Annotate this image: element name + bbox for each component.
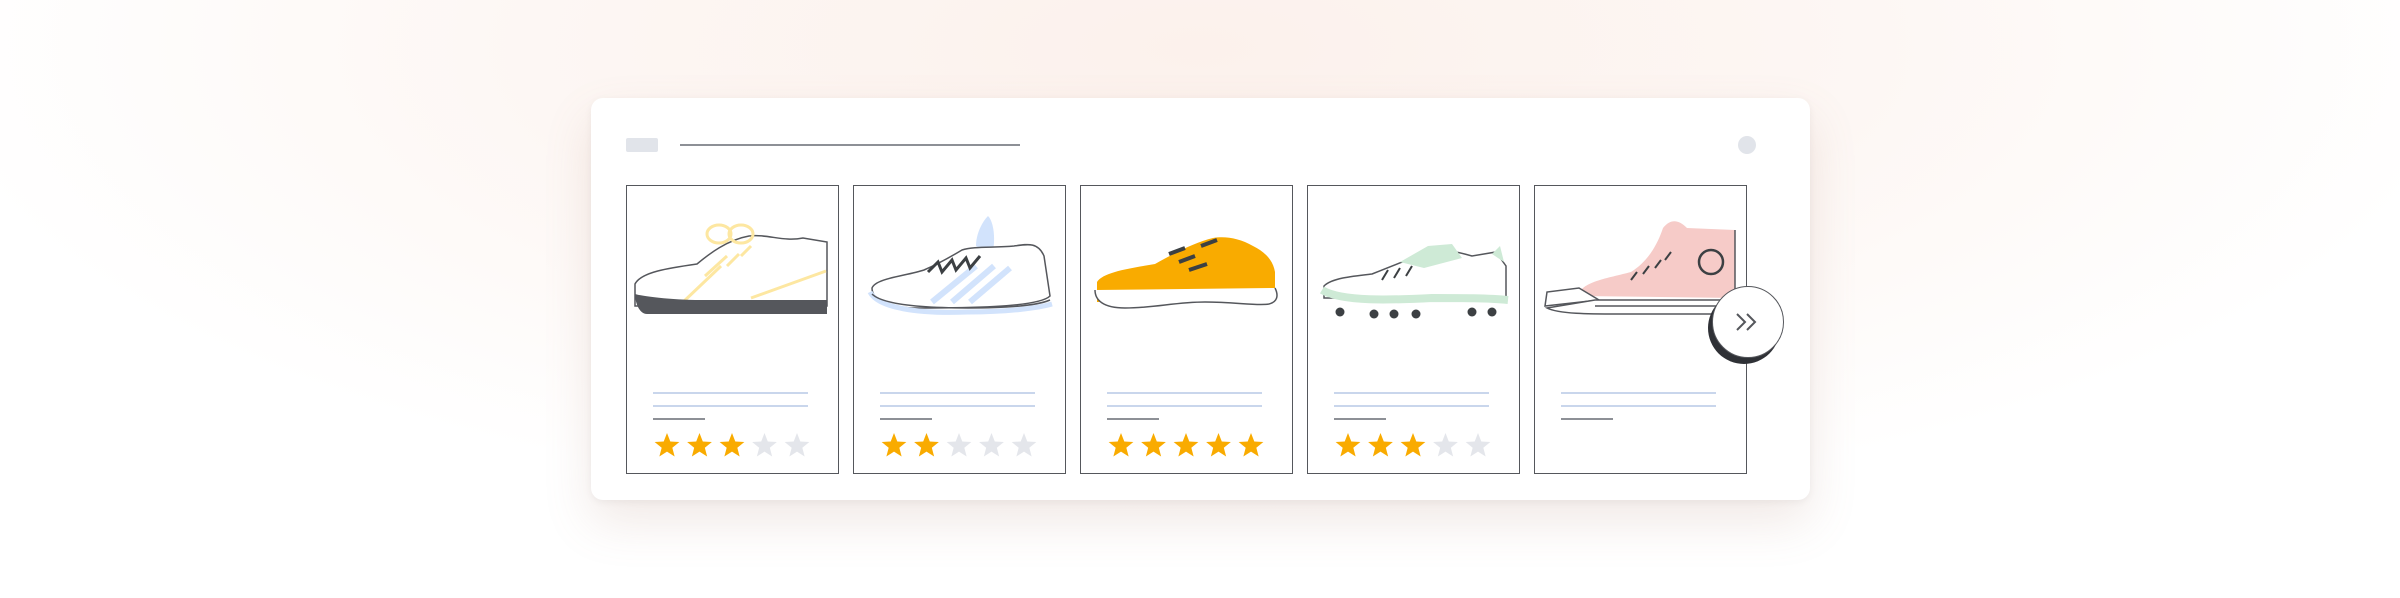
- product-card-2[interactable]: [853, 185, 1066, 474]
- star-empty-icon: [1465, 433, 1491, 457]
- star-rating: [881, 433, 1037, 457]
- title-line: [1334, 392, 1489, 394]
- star-filled-icon: [719, 433, 745, 457]
- star-empty-icon: [752, 433, 777, 457]
- price-line: [1334, 418, 1386, 420]
- window-title-placeholder: [680, 144, 1020, 146]
- star-empty-icon: [784, 433, 810, 457]
- subtitle-line: [1561, 405, 1716, 407]
- subtitle-line: [880, 405, 1035, 407]
- product-card-1[interactable]: [626, 185, 839, 474]
- star-filled-icon: [1173, 433, 1199, 457]
- star-rating: [1335, 433, 1491, 457]
- price-line: [1107, 418, 1159, 420]
- star-empty-icon: [946, 433, 972, 457]
- carousel-next-button[interactable]: [1712, 286, 1784, 358]
- star-filled-icon: [1368, 433, 1393, 457]
- product-card-4[interactable]: [1307, 185, 1520, 474]
- star-filled-icon: [1108, 433, 1134, 457]
- title-line: [653, 392, 808, 394]
- star-filled-icon: [881, 433, 907, 457]
- subtitle-line: [1107, 405, 1262, 407]
- star-rating: [654, 433, 810, 457]
- star-filled-icon: [1400, 433, 1426, 457]
- star-empty-icon: [1011, 433, 1037, 457]
- shopping-window: [591, 98, 1810, 500]
- star-filled-icon: [687, 433, 712, 457]
- running-shoe-icon: [867, 216, 1053, 315]
- star-filled-icon: [914, 433, 939, 457]
- subtitle-line: [1334, 405, 1489, 407]
- price-line: [653, 418, 705, 420]
- star-empty-icon: [979, 433, 1004, 457]
- price-line: [1561, 418, 1613, 420]
- star-filled-icon: [1141, 433, 1166, 457]
- double-chevron-right-icon: [1736, 313, 1757, 331]
- window-dot-icon[interactable]: [1738, 136, 1756, 154]
- title-line: [1561, 392, 1716, 394]
- window-tab-chip: [626, 138, 658, 152]
- subtitle-line: [653, 405, 808, 407]
- star-filled-icon: [1206, 433, 1231, 457]
- title-line: [1107, 392, 1262, 394]
- price-line: [880, 418, 932, 420]
- product-card-3[interactable]: [1080, 185, 1293, 474]
- white-sneaker-icon: [634, 223, 828, 314]
- star-filled-icon: [654, 433, 680, 457]
- star-filled-icon: [1238, 433, 1264, 457]
- star-rating: [1108, 433, 1264, 457]
- yellow-sneaker-icon: [1094, 237, 1278, 309]
- soccer-cleat-icon: [1319, 244, 1509, 319]
- title-line: [880, 392, 1035, 394]
- star-filled-icon: [1335, 433, 1361, 457]
- star-empty-icon: [1433, 433, 1458, 457]
